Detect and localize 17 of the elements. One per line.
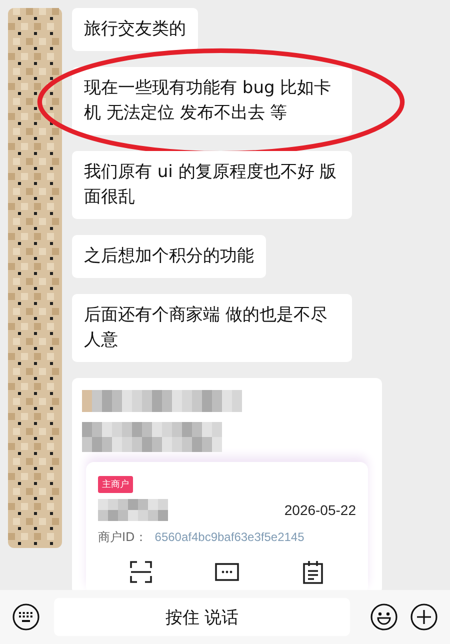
message-bubble: 旅行交友类的	[72, 8, 198, 51]
message-bubble: 后面还有个商家端 做的也是不尽人意	[72, 294, 352, 362]
scan-icon[interactable]	[130, 561, 152, 583]
add-icon[interactable]	[410, 603, 438, 631]
hold-to-talk-button[interactable]: 按住 说话	[54, 598, 350, 636]
merchant-id-label: 商户ID：	[98, 530, 147, 544]
dots-box-icon[interactable]	[214, 562, 239, 582]
message-bubble: 现在一些现有功能有 bug 比如卡机 无法定位 发布不出去 等	[72, 67, 352, 135]
message-bubble: 之后想加个积分的功能	[72, 235, 266, 278]
message-bubble: 我们原有 ui 的复原程度也不好 版面很乱	[72, 151, 352, 219]
shared-card[interactable]: 主商户 2026-05-22 商户ID： 6560af4bc9baf63e3f5e2145	[72, 378, 382, 590]
keyboard-icon[interactable]	[12, 603, 40, 631]
merchant-tag: 主商户	[98, 476, 133, 493]
date-text: 2026-05-22	[284, 502, 356, 518]
merchant-id-value: 6560af4bc9baf63e3f5e2145	[154, 530, 304, 544]
emoji-icon[interactable]	[370, 603, 398, 631]
document-icon[interactable]	[302, 560, 324, 584]
